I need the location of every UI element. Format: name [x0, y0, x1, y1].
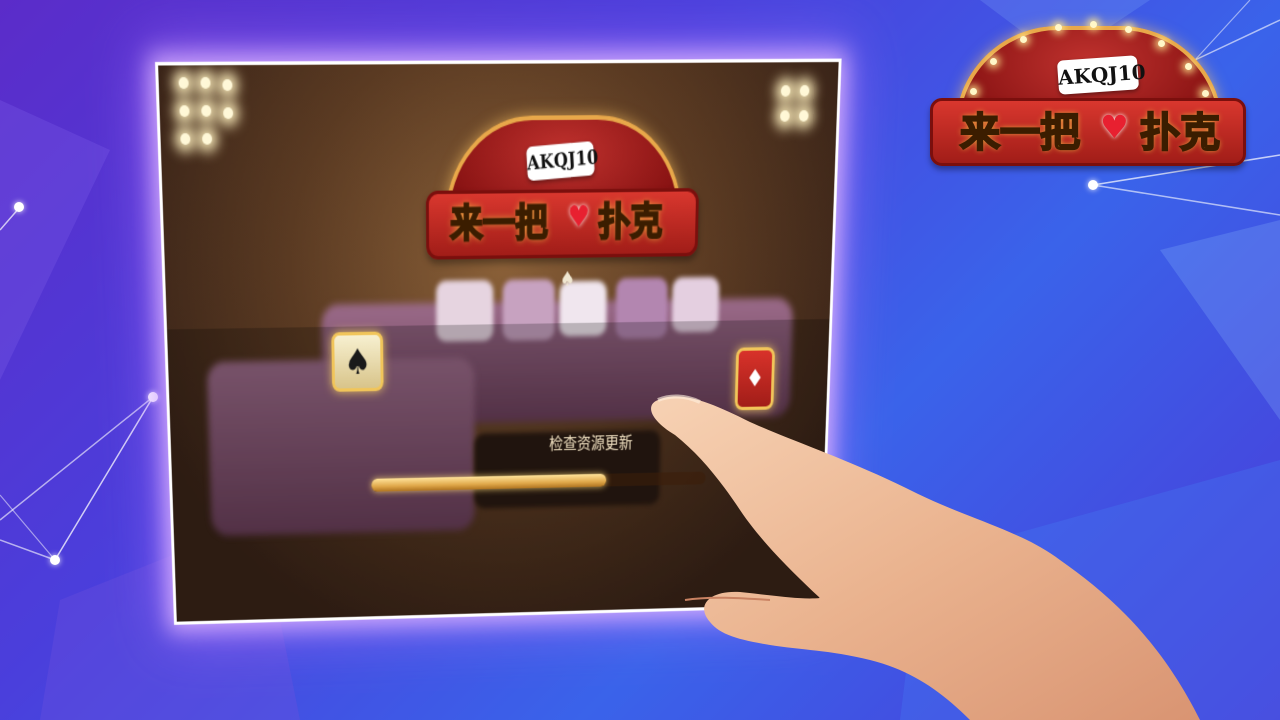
logo-bulb: [1158, 40, 1165, 47]
game-logo: AKQJ10 来一把 ♥ 扑克: [930, 18, 1240, 178]
logo-bulb: [1020, 36, 1027, 43]
logo-bulb: [1055, 24, 1062, 31]
stage-light: [222, 79, 232, 91]
pointing-hand: [640, 360, 1280, 720]
logo-bulb: [990, 58, 997, 65]
screen-logo-title-right: 扑克: [598, 191, 663, 247]
stage-light: [799, 110, 809, 121]
stage-light: [781, 85, 791, 96]
logo-bulb: [1202, 90, 1209, 97]
network-node: [50, 555, 60, 565]
network-node: [1088, 180, 1098, 190]
logo-bulb: [970, 88, 977, 95]
loading-status-text: 检查资源更新: [549, 430, 633, 454]
logo-bulb: [1125, 26, 1132, 33]
heart-icon: ♥: [1100, 108, 1129, 146]
stage-light: [178, 77, 188, 89]
stage-light: [800, 85, 810, 96]
network-node: [14, 202, 24, 212]
logo-title-left: 来一把: [960, 100, 1080, 158]
spade-icon: ♠: [344, 341, 372, 383]
stage-light: [180, 133, 190, 145]
logo-bulb: [1185, 63, 1192, 70]
heart-icon: ♥: [568, 200, 590, 234]
logo-cards: AKQJ10: [1057, 55, 1139, 94]
stage-light: [179, 105, 189, 117]
spade-button[interactable]: ♠: [331, 332, 383, 392]
stage-light: [780, 110, 790, 121]
stage-light: [200, 77, 210, 89]
screen-logo-cards: AKQJ10: [526, 141, 595, 181]
stage-light: [223, 107, 233, 119]
screen-logo-title-left: 来一把: [450, 192, 548, 248]
logo-title-right: 扑克: [1140, 100, 1220, 158]
small-spade-icon: ♠: [560, 268, 575, 292]
network-node: [148, 392, 158, 402]
logo-bulb: [1090, 21, 1097, 28]
stage-light: [201, 105, 211, 117]
stage-light: [202, 133, 212, 145]
screen-logo: AKQJ10 来一把 ♥ 扑克: [425, 109, 695, 270]
